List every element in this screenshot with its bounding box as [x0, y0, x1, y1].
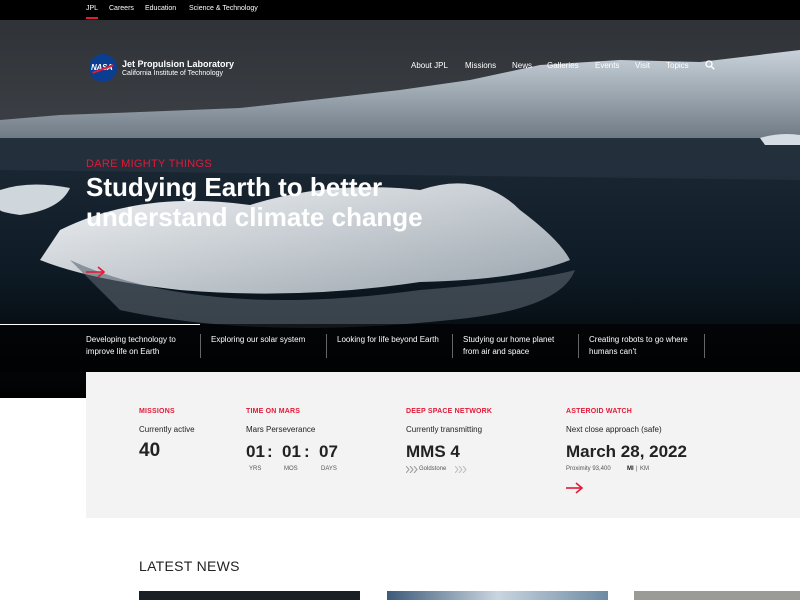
dsn-spacecraft: MMS 4 — [406, 442, 460, 461]
asteroid-date: March 28, 2022 — [566, 442, 687, 461]
site-title: Jet Propulsion Laboratory — [122, 58, 235, 69]
asteroid-subtitle: Next close approach (safe) — [566, 425, 662, 434]
topic-item[interactable]: Studying our home planet from air and sp… — [463, 334, 579, 358]
nav-topics[interactable]: Topics — [666, 61, 689, 70]
nav-events[interactable]: Events — [595, 61, 619, 70]
jpl-logo[interactable]: NASA Jet Propulsion Laboratory Californi… — [89, 54, 234, 82]
dsn-subtitle: Currently transmitting — [406, 425, 483, 434]
unit-toggle-km[interactable]: KM — [640, 466, 649, 472]
topic-carousel: Developing technology to improve life on… — [0, 324, 800, 372]
nav-missions[interactable]: Missions — [465, 61, 496, 70]
news-thumbnail[interactable] — [139, 591, 360, 600]
mars-separator: : — [304, 442, 310, 461]
dsn-heading[interactable]: DEEP SPACE NETWORK — [406, 408, 492, 415]
stats-band: MISSIONS Currently active 40 TIME ON MAR… — [86, 372, 800, 518]
topbar-link-jpl[interactable]: JPL — [86, 5, 99, 19]
mars-months: 01 — [282, 442, 301, 461]
top-utility-bar: JPL Careers Education Science & Technolo… — [0, 0, 800, 20]
search-icon[interactable] — [705, 60, 715, 70]
latest-news-heading: LATEST NEWS — [139, 558, 240, 574]
mars-days: 07 — [319, 442, 338, 461]
asteroid-heading[interactable]: ASTEROID WATCH — [566, 408, 632, 415]
arrow-right-icon[interactable] — [566, 482, 584, 494]
signal-chevrons-icon — [406, 466, 418, 473]
topic-item[interactable]: Looking for life beyond Earth — [337, 334, 453, 358]
topic-item[interactable]: Exploring our solar system — [211, 334, 327, 358]
carousel-progress-indicator — [0, 324, 200, 325]
mars-days-label: DAYS — [321, 466, 337, 472]
topbar-link-careers[interactable]: Careers — [109, 5, 134, 12]
site-subtitle: California Institute of Technology — [122, 69, 224, 77]
mars-heading[interactable]: TIME ON MARS — [246, 408, 300, 415]
mars-years: 01 — [246, 442, 265, 461]
mars-separator: : — [267, 442, 273, 461]
missions-count: 40 — [139, 440, 161, 461]
news-thumbnail[interactable] — [387, 591, 608, 600]
topbar-link-education[interactable]: Education — [145, 5, 176, 12]
unit-toggle-mi[interactable]: MI — [627, 466, 634, 472]
news-thumbnail[interactable] — [634, 591, 800, 600]
arrow-right-icon[interactable] — [86, 266, 106, 278]
topbar-link-science-technology[interactable]: Science & Technology — [189, 5, 258, 12]
nasa-meatball-logo: NASA — [89, 54, 117, 82]
nav-news[interactable]: News — [512, 61, 532, 70]
topic-item[interactable]: Creating robots to go where humans can't — [589, 334, 705, 358]
unit-toggle-separator: | — [636, 466, 638, 472]
signal-chevrons-icon — [455, 466, 467, 473]
missions-heading[interactable]: MISSIONS — [139, 408, 175, 415]
topic-item[interactable]: Developing technology to improve life on… — [86, 334, 201, 358]
nav-visit[interactable]: Visit — [635, 61, 650, 70]
mars-years-label: YRS — [249, 466, 262, 472]
missions-subtitle: Currently active — [139, 425, 195, 434]
nav-about-jpl[interactable]: About JPL — [411, 61, 448, 70]
nav-galleries[interactable]: Galleries — [547, 61, 579, 70]
dsn-station: Goldstone — [419, 466, 447, 472]
hero-eyebrow: DARE MIGHTY THINGS — [86, 158, 213, 170]
asteroid-proximity: Proximity 93,400 — [566, 466, 611, 472]
mars-subtitle: Mars Perseverance — [246, 425, 316, 434]
mars-months-label: MOS — [284, 466, 298, 472]
hero-headline[interactable]: Studying Earth to better understand clim… — [86, 172, 426, 232]
